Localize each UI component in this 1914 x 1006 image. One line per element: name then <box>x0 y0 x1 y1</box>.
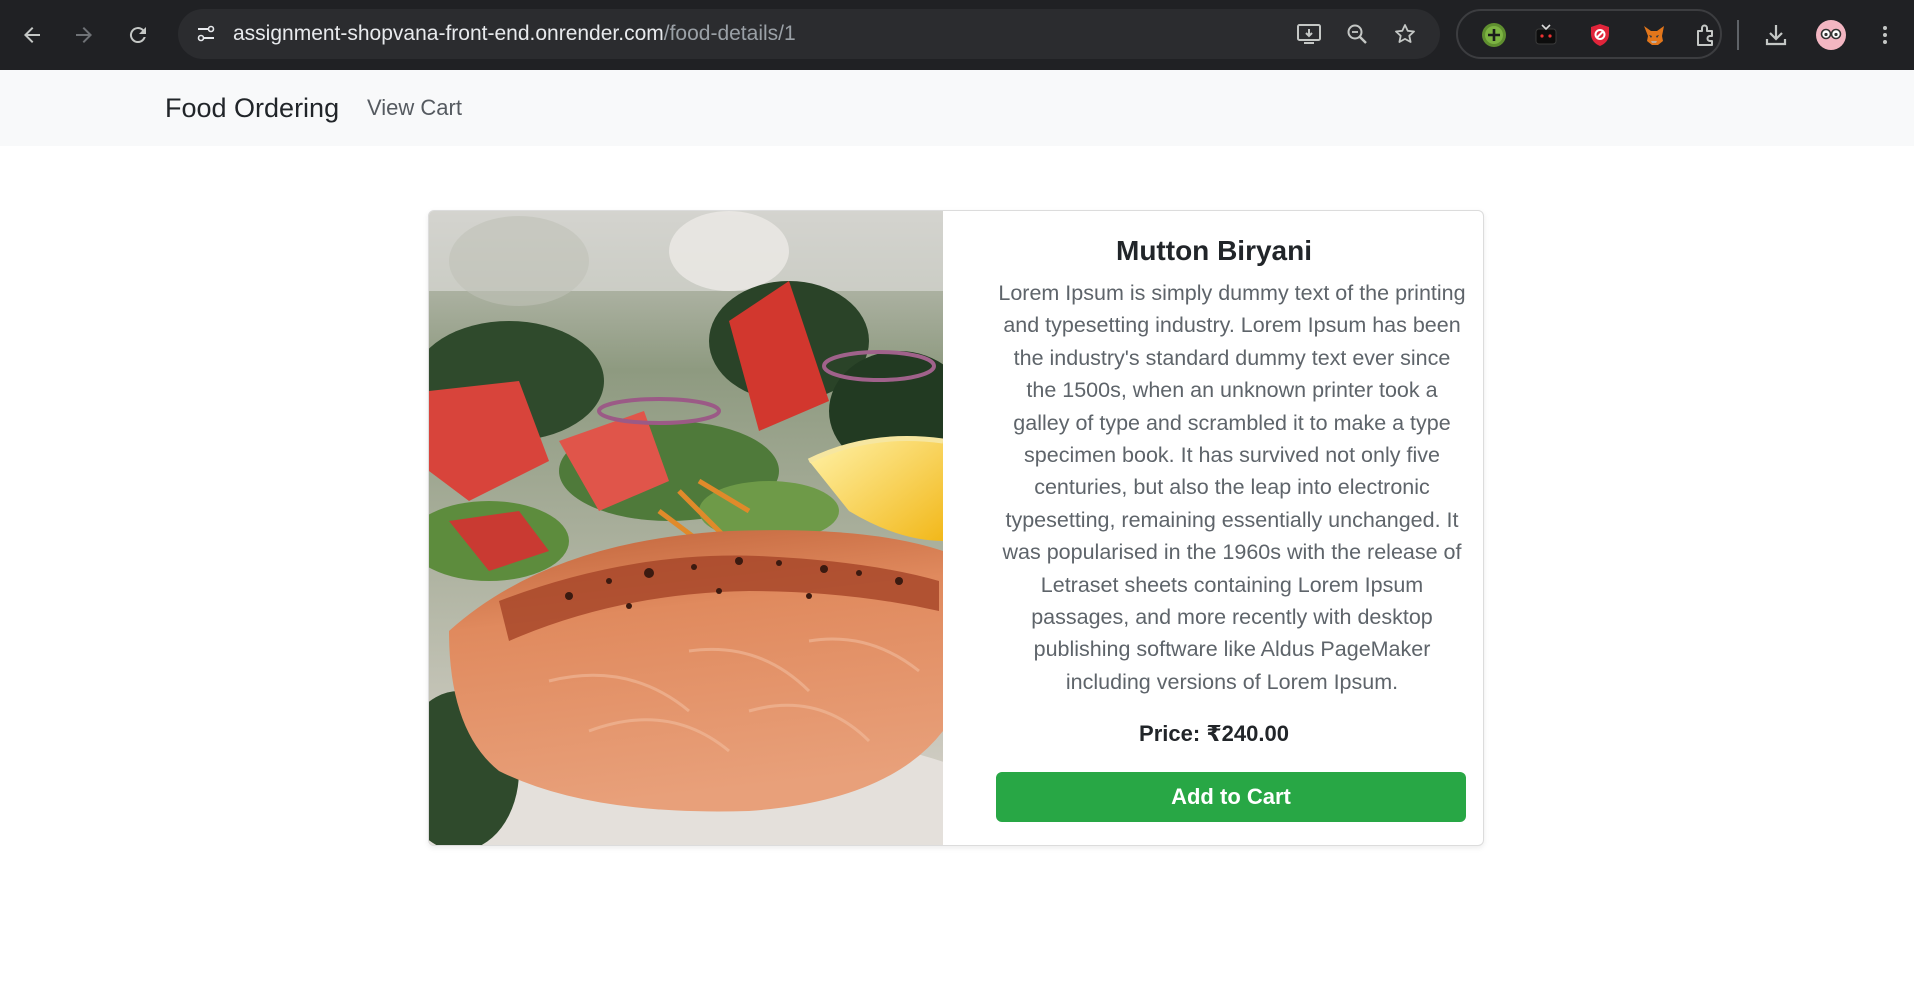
url-text[interactable]: assignment-shopvana-front-end.onrender.c… <box>233 9 796 59</box>
back-button[interactable] <box>14 17 50 53</box>
site-info-icon[interactable] <box>192 20 220 48</box>
more-vertical-icon <box>1883 26 1887 44</box>
profile-avatar[interactable] <box>1813 17 1849 53</box>
food-image <box>429 211 943 845</box>
extension-shield-icon[interactable] <box>1586 21 1614 49</box>
url-host: assignment-shopvana-front-end.onrender.c… <box>233 22 664 45</box>
brand-link[interactable]: Food Ordering <box>165 70 339 146</box>
download-icon <box>1765 25 1787 46</box>
view-cart-link[interactable]: View Cart <box>367 70 462 146</box>
address-bar[interactable]: assignment-shopvana-front-end.onrender.c… <box>178 9 1440 59</box>
food-description: Lorem Ipsum is simply dummy text of the … <box>998 281 1466 694</box>
zoom-icon[interactable] <box>1342 19 1372 49</box>
arrow-left-icon <box>24 27 40 43</box>
arrow-right-icon <box>76 27 92 43</box>
toolbar-divider <box>1737 20 1739 50</box>
price-value: ₹240.00 <box>1206 721 1289 746</box>
add-to-cart-button[interactable]: Add to Cart <box>996 772 1466 822</box>
url-path: /food-details/1 <box>663 22 796 45</box>
install-app-icon[interactable] <box>1294 19 1324 49</box>
forward-button[interactable] <box>66 17 102 53</box>
reload-icon <box>129 27 146 44</box>
reload-button[interactable] <box>120 17 156 53</box>
extensions-group <box>1456 9 1722 59</box>
extension-tv-icon[interactable] <box>1532 21 1560 49</box>
avatar-icon <box>1816 20 1846 50</box>
browser-menu-button[interactable] <box>1867 17 1903 53</box>
price-label: Price: <box>1139 721 1201 746</box>
extension-plus-icon[interactable] <box>1480 21 1508 49</box>
extension-fox-icon[interactable] <box>1640 21 1668 49</box>
food-price: Price: ₹240.00 <box>926 721 1483 747</box>
app-navbar: Food Ordering View Cart <box>0 70 1914 146</box>
downloads-button[interactable] <box>1758 17 1794 53</box>
extensions-puzzle-icon[interactable] <box>1692 21 1720 49</box>
food-title: Mutton Biryani <box>1116 235 1312 266</box>
browser-toolbar: assignment-shopvana-front-end.onrender.c… <box>0 0 1914 70</box>
food-detail-card: Mutton Biryani Lorem Ipsum is simply dum… <box>428 210 1484 846</box>
bookmark-star-icon[interactable] <box>1390 19 1420 49</box>
food-details: Mutton Biryani Lorem Ipsum is simply dum… <box>943 211 1483 845</box>
